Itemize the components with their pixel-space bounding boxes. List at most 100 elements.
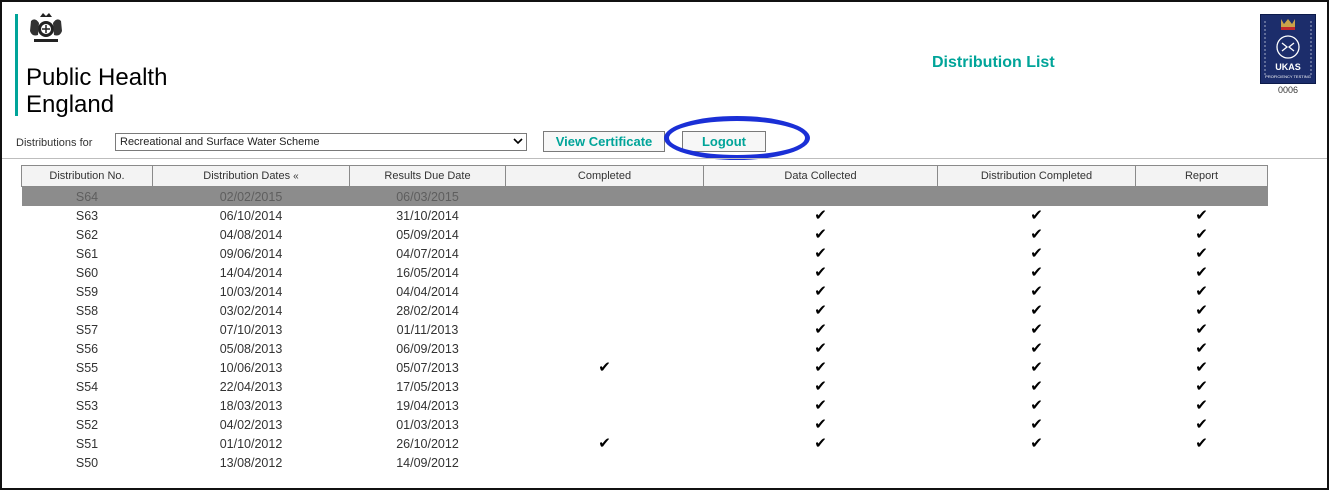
distribution-completed-cell: ✔ [938, 396, 1136, 415]
report-cell[interactable]: ✔ [1136, 244, 1268, 263]
report-cell[interactable]: ✔ [1136, 415, 1268, 434]
check-icon: ✔ [814, 321, 827, 338]
report-cell[interactable]: ✔ [1136, 225, 1268, 244]
results-due-date-cell: 04/07/2014 [396, 246, 459, 261]
distribution-completed-cell: ✔ [938, 320, 1136, 339]
table-row[interactable]: S63 06/10/2014 31/10/2014 ✔ ✔ ✔ [22, 206, 1268, 225]
data-collected-cell: ✔ [704, 263, 938, 282]
org-name-line-2: England [26, 91, 115, 118]
results-due-date-cell: 26/10/2012 [396, 436, 459, 451]
data-collected-cell [704, 453, 938, 472]
distribution-completed-cell: ✔ [938, 301, 1136, 320]
check-icon: ✔ [814, 359, 827, 376]
distribution-dates-cell: 05/08/2013 [219, 341, 283, 356]
report-cell[interactable]: ✔ [1136, 301, 1268, 320]
table-row[interactable]: S50 13/08/2012 14/09/2012 [22, 453, 1268, 472]
distributions-for-label: Distributions for [16, 137, 93, 149]
table-row[interactable]: S62 04/08/2014 05/09/2014 ✔ ✔ ✔ [22, 225, 1268, 244]
col-header-results-due-date[interactable]: Results Due Date [349, 165, 506, 187]
completed-cell [506, 453, 704, 472]
sort-indicator-icon: « [293, 171, 299, 182]
table-row[interactable]: S56 05/08/2013 06/09/2013 ✔ ✔ ✔ [22, 339, 1268, 358]
report-cell[interactable]: ✔ [1136, 396, 1268, 415]
table-row[interactable]: S61 09/06/2014 04/07/2014 ✔ ✔ ✔ [22, 244, 1268, 263]
report-cell[interactable]: ✔ [1136, 206, 1268, 225]
check-icon: ✔ [1195, 226, 1208, 243]
table-row[interactable]: S59 10/03/2014 04/04/2014 ✔ ✔ ✔ [22, 282, 1268, 301]
col-header-completed[interactable]: Completed [505, 165, 704, 187]
table-row[interactable]: S51 01/10/2012 26/10/2012 ✔ ✔ ✔ ✔ [22, 434, 1268, 453]
report-cell[interactable]: ✔ [1136, 339, 1268, 358]
data-collected-cell: ✔ [704, 358, 938, 377]
check-icon: ✔ [1195, 416, 1208, 433]
table-row[interactable]: S57 07/10/2013 01/11/2013 ✔ ✔ ✔ [22, 320, 1268, 339]
table-body: S64 02/02/2015 06/03/2015 S63 06/10/2014 31/1… [21, 186, 1268, 473]
check-icon: ✔ [1030, 245, 1043, 262]
scheme-select[interactable]: Recreational and Surface Water Scheme [115, 133, 527, 151]
check-icon: ✔ [814, 283, 827, 300]
completed-cell [506, 396, 704, 415]
col-header-distribution-dates-label: Distribution Dates [203, 170, 291, 182]
report-cell[interactable]: ✔ [1136, 320, 1268, 339]
table-row[interactable]: S64 02/02/2015 06/03/2015 [21, 186, 1268, 206]
table-row[interactable]: S53 18/03/2013 19/04/2013 ✔ ✔ ✔ [22, 396, 1268, 415]
distribution-no-cell: S61 [75, 246, 99, 261]
report-cell[interactable]: ✔ [1136, 282, 1268, 301]
col-header-report[interactable]: Report [1135, 165, 1268, 187]
completed-cell [506, 206, 704, 225]
distribution-completed-cell: ✔ [938, 244, 1136, 263]
distribution-no-cell: S64 [21, 186, 153, 206]
distribution-no-cell: S58 [75, 303, 99, 318]
results-due-date-cell: 06/03/2015 [349, 186, 506, 206]
view-certificate-button[interactable]: View Certificate [543, 131, 665, 152]
report-cell[interactable]: ✔ [1136, 377, 1268, 396]
distribution-dates-cell: 02/02/2015 [152, 186, 350, 206]
data-collected-cell: ✔ [704, 282, 938, 301]
results-due-date-cell: 28/02/2014 [396, 303, 459, 318]
distribution-no-cell: S56 [75, 341, 99, 356]
distribution-table: Distribution No. Distribution Dates « Res… [21, 165, 1268, 472]
results-due-date-cell: 16/05/2014 [396, 265, 459, 280]
check-icon: ✔ [814, 340, 827, 357]
col-header-data-collected[interactable]: Data Collected [703, 165, 938, 187]
distribution-no-cell: S60 [75, 265, 99, 280]
check-icon: ✔ [1030, 378, 1043, 395]
distribution-no-cell: S51 [75, 436, 99, 451]
results-due-date-cell: 04/04/2014 [396, 284, 459, 299]
table-row[interactable]: S60 14/04/2014 16/05/2014 ✔ ✔ ✔ [22, 263, 1268, 282]
table-row[interactable]: S54 22/04/2013 17/05/2013 ✔ ✔ ✔ [22, 377, 1268, 396]
col-header-distribution-no[interactable]: Distribution No. [21, 165, 153, 187]
distribution-completed-cell: ✔ [938, 434, 1136, 453]
check-icon: ✔ [1195, 207, 1208, 224]
data-collected-cell: ✔ [704, 320, 938, 339]
col-header-distribution-completed[interactable]: Distribution Completed [937, 165, 1136, 187]
check-icon: ✔ [1030, 321, 1043, 338]
check-icon: ✔ [1030, 207, 1043, 224]
results-due-date-cell: 06/09/2013 [396, 341, 459, 356]
data-collected-cell: ✔ [704, 244, 938, 263]
results-due-date-cell: 31/10/2014 [396, 208, 459, 223]
check-icon: ✔ [1195, 245, 1208, 262]
report-cell [1136, 453, 1268, 472]
check-icon: ✔ [1030, 302, 1043, 319]
table-row[interactable]: S58 03/02/2014 28/02/2014 ✔ ✔ ✔ [22, 301, 1268, 320]
results-due-date-cell: 05/09/2014 [396, 227, 459, 242]
distribution-no-cell: S57 [75, 322, 99, 337]
check-icon: ✔ [1195, 264, 1208, 281]
completed-cell [506, 301, 704, 320]
results-due-date-cell: 05/07/2013 [396, 360, 459, 375]
chevron-down-icon[interactable] [513, 134, 523, 151]
distribution-dates-cell: 18/03/2013 [219, 398, 283, 413]
col-header-distribution-dates[interactable]: Distribution Dates « [152, 165, 350, 187]
report-cell[interactable]: ✔ [1136, 358, 1268, 377]
brand-bar [15, 14, 18, 116]
report-cell[interactable]: ✔ [1136, 263, 1268, 282]
table-row[interactable]: S55 10/06/2013 05/07/2013 ✔ ✔ ✔ ✔ [22, 358, 1268, 377]
royal-crest-icon [30, 13, 62, 42]
table-row[interactable]: S52 04/02/2013 01/03/2013 ✔ ✔ ✔ [22, 415, 1268, 434]
report-cell[interactable]: ✔ [1136, 434, 1268, 453]
ukas-logo: UKAS PROFICIENCY TESTING 0006 [1260, 14, 1316, 100]
check-icon: ✔ [814, 245, 827, 262]
distribution-completed-cell: ✔ [938, 282, 1136, 301]
highlight-annotation-ring [664, 116, 810, 160]
